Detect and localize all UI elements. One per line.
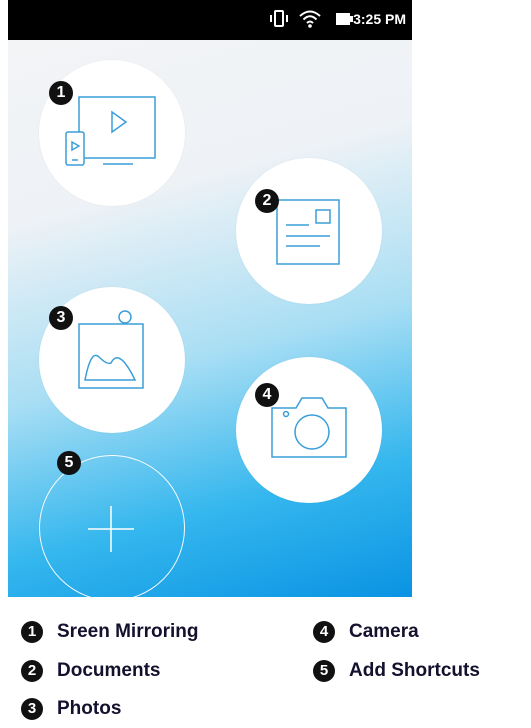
document-icon (276, 199, 340, 265)
legend-label-photos: Photos (57, 698, 122, 719)
legend-item-photos: 3 Photos (21, 698, 121, 726)
legend-badge-5: 5 (313, 660, 335, 682)
phone-screen: 3:25 PM 1 2 3 4 5 (8, 0, 412, 597)
legend-item-screen-mirroring: 1 Sreen Mirroring (21, 621, 198, 649)
documents-shortcut[interactable]: 2 (236, 158, 382, 304)
vibrate-icon (268, 8, 290, 35)
badge-1: 1 (49, 81, 73, 105)
legend-badge-2: 2 (21, 660, 43, 682)
legend-badge-1: 1 (21, 621, 43, 643)
legend-item-add-shortcuts: 5 Add Shortcuts (313, 660, 480, 688)
badge-3: 3 (49, 306, 73, 330)
badge-2: 2 (255, 189, 279, 213)
status-bar: 3:25 PM (8, 0, 412, 40)
camera-shortcut[interactable]: 4 (236, 357, 382, 503)
badge-4: 4 (255, 383, 279, 407)
photos-shortcut[interactable]: 3 (39, 287, 185, 433)
screen-mirroring-shortcut[interactable]: 1 (39, 60, 185, 206)
plus-icon (88, 506, 134, 552)
status-time: 3:25 PM (353, 11, 406, 27)
wifi-icon (298, 8, 322, 35)
badge-5: 5 (57, 451, 81, 475)
legend-label-documents: Documents (57, 660, 161, 681)
legend-badge-3: 3 (21, 698, 43, 720)
add-shortcut-button[interactable]: 5 (39, 451, 185, 597)
legend-label-camera: Camera (349, 621, 419, 642)
legend-label-add-shortcuts: Add Shortcuts (349, 660, 480, 681)
legend-item-documents: 2 Documents (21, 660, 160, 688)
legend-item-camera: 4 Camera (313, 621, 419, 649)
legend-label-screen-mirroring: Sreen Mirroring (57, 621, 199, 642)
camera-icon (271, 397, 347, 458)
legend-badge-4: 4 (313, 621, 335, 643)
